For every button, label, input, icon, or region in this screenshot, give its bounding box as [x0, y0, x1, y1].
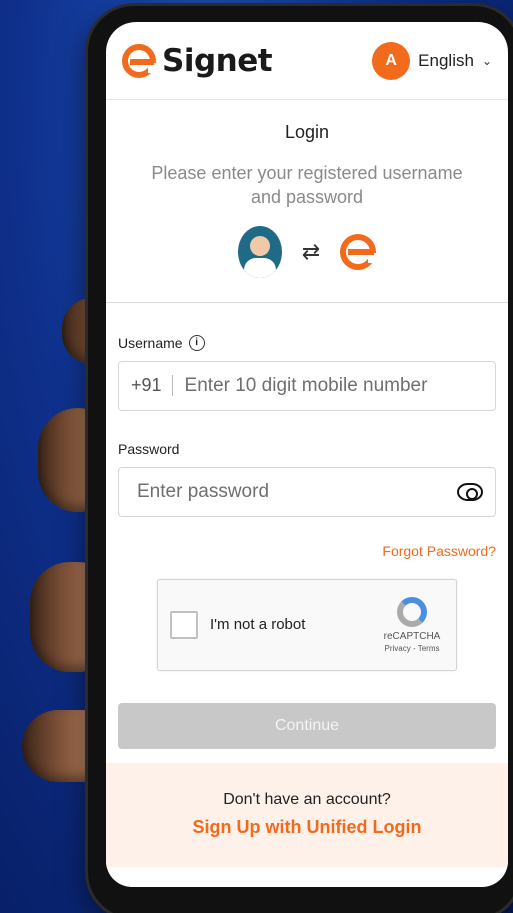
- language-label: English: [418, 50, 474, 70]
- recaptcha-widget: I'm not a robot reCAPTCHA Privacy - Term…: [157, 578, 457, 671]
- username-label-row: Username i: [118, 334, 496, 351]
- password-input[interactable]: [137, 480, 457, 503]
- signup-link[interactable]: Sign Up with Unified Login: [106, 817, 508, 838]
- app-header: Signet A English ⌄: [106, 22, 508, 100]
- password-field[interactable]: [118, 466, 496, 517]
- signet-logo-icon: [340, 233, 379, 270]
- signet-logo-icon: [122, 43, 158, 78]
- login-form: Username i +91 Password Forgot Password?…: [106, 334, 508, 749]
- username-input[interactable]: [184, 374, 483, 397]
- page-title: Login: [284, 122, 330, 142]
- eye-icon[interactable]: [457, 482, 483, 501]
- password-label: Password: [118, 440, 180, 457]
- section-divider: [106, 301, 508, 303]
- forgot-password-link[interactable]: Forgot Password?: [118, 543, 496, 559]
- username-field[interactable]: +91: [118, 360, 496, 411]
- chevron-down-icon: ⌄: [481, 53, 492, 68]
- recaptcha-links[interactable]: Privacy - Terms: [385, 644, 440, 653]
- recaptcha-label: I'm not a robot: [210, 616, 306, 634]
- brand-name: Signet: [162, 42, 273, 79]
- recaptcha-icon: [397, 596, 427, 627]
- doctor-avatar-icon: [237, 225, 282, 278]
- login-illustration: ⇄: [106, 225, 508, 278]
- translate-icon: A: [372, 41, 411, 80]
- continue-button[interactable]: Continue: [118, 702, 496, 749]
- swap-arrows-icon: ⇄: [301, 238, 321, 264]
- language-selector[interactable]: A English ⌄: [372, 41, 492, 80]
- recaptcha-branding: reCAPTCHA Privacy - Terms: [380, 596, 444, 653]
- login-intro: Login Please enter your registered usern…: [106, 100, 508, 278]
- login-subtitle: Please enter your registered username an…: [151, 163, 463, 208]
- signup-question: Don't have an account?: [223, 790, 391, 808]
- app-screen: Signet A English ⌄ Login Please enter yo…: [106, 22, 508, 887]
- info-icon[interactable]: i: [188, 334, 205, 351]
- signup-section: Don't have an account? Sign Up with Unif…: [106, 762, 508, 867]
- password-label-row: Password: [118, 441, 496, 457]
- username-label: Username: [118, 334, 183, 351]
- brand-logo: Signet: [122, 42, 273, 79]
- country-code: +91: [131, 375, 173, 397]
- recaptcha-checkbox[interactable]: [170, 610, 198, 639]
- recaptcha-brand: reCAPTCHA: [383, 630, 441, 642]
